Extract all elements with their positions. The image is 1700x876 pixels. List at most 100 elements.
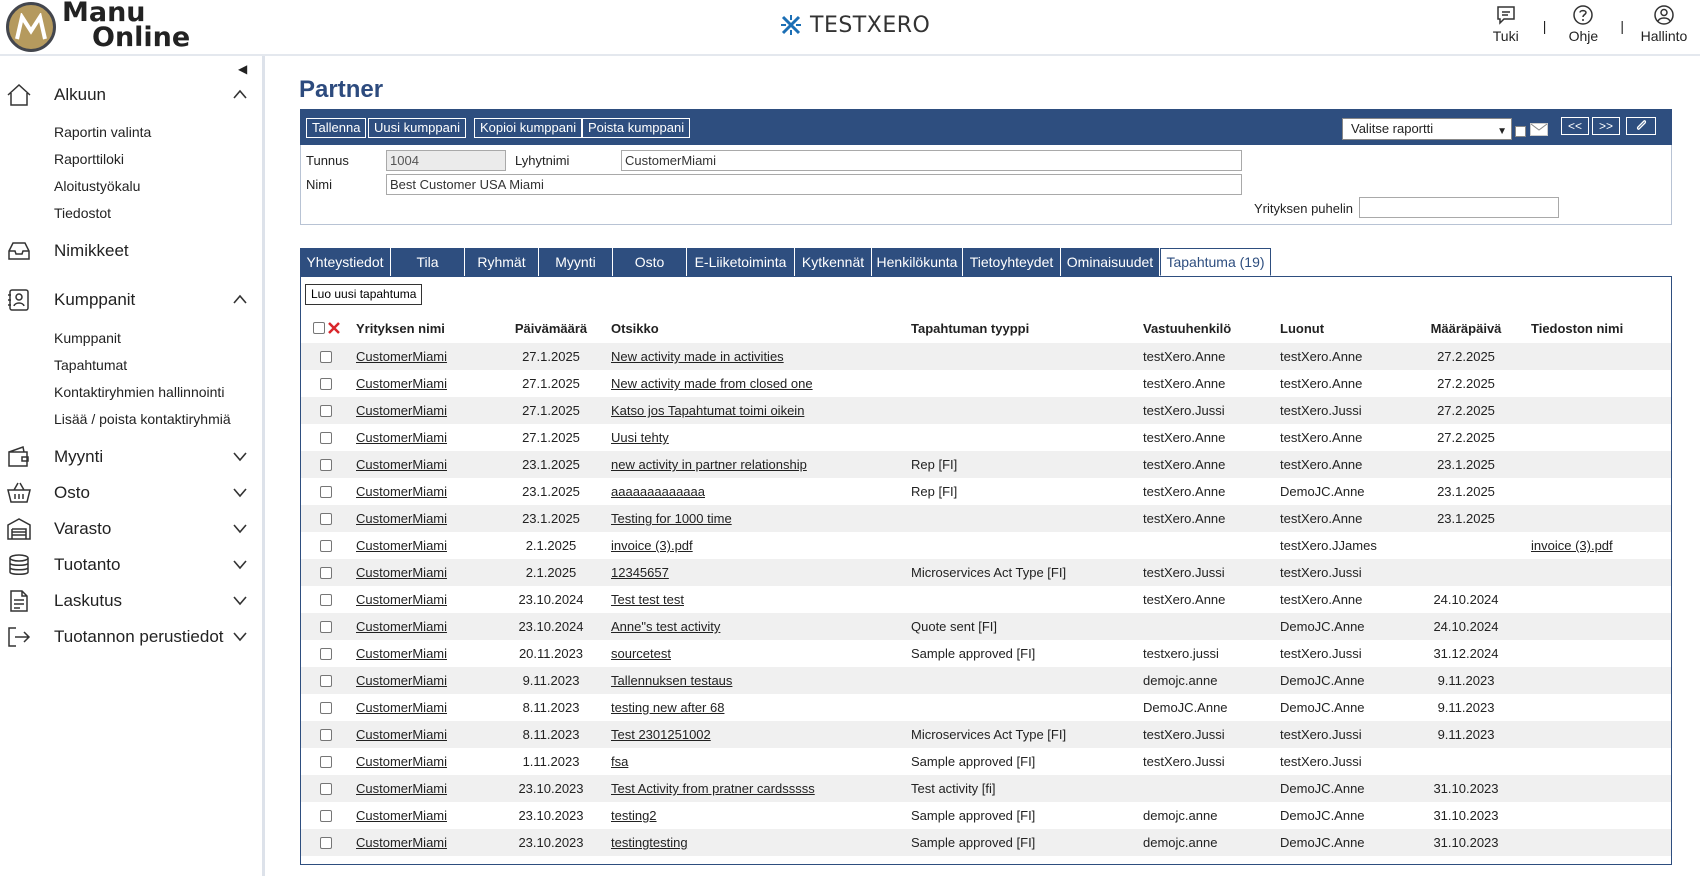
title-cell[interactable]: sourcetest [611, 640, 671, 667]
row-checkbox[interactable] [320, 567, 332, 579]
title-cell[interactable]: Uusi tehty [611, 424, 669, 451]
company-name-cell[interactable]: CustomerMiami [356, 532, 447, 559]
nav-section-kumppanit[interactable]: Kumppanit [0, 283, 262, 317]
report-select[interactable]: Valitse raportti ▼ [1342, 118, 1512, 140]
save-button[interactable]: Tallenna [306, 118, 367, 138]
row-checkbox[interactable] [320, 513, 332, 525]
title-cell[interactable]: Anne"s test activity [611, 613, 720, 640]
sidebar-item-files[interactable]: Tiedostot [54, 205, 111, 221]
nav-section-myynti[interactable]: Myynti [0, 440, 262, 474]
title-cell[interactable]: testing new after 68 [611, 694, 724, 721]
title-cell[interactable]: New activity made from closed one [611, 370, 813, 397]
copy-partner-button[interactable]: Kopioi kumppani [474, 118, 583, 138]
chevron-down-icon[interactable] [232, 594, 248, 606]
company-name-cell[interactable]: CustomerMiami [356, 802, 447, 829]
column-company-name[interactable]: Yrityksen nimi [356, 315, 445, 343]
chevron-down-icon[interactable] [232, 630, 248, 642]
nav-section-varasto[interactable]: Varasto [0, 512, 262, 546]
tab-e-business[interactable]: E-Liiketoiminta [687, 248, 794, 276]
help-button[interactable]: Ohje [1560, 4, 1606, 44]
attachment-button[interactable] [1626, 117, 1656, 135]
row-checkbox[interactable] [320, 351, 332, 363]
title-cell[interactable]: Katso jos Tapahtumat toimi oikein [611, 397, 804, 424]
title-cell[interactable]: Tallennuksen testaus [611, 667, 732, 694]
collapse-sidebar-icon[interactable]: ◀ [238, 62, 247, 76]
sidebar-item-contact-group-management[interactable]: Kontaktiryhmien hallinnointi [54, 384, 224, 400]
title-cell[interactable]: testing2 [611, 802, 657, 829]
next-record-button[interactable]: >> [1592, 117, 1620, 135]
column-title[interactable]: Otsikko [611, 315, 659, 343]
delete-partner-button[interactable]: Poista kumppani [582, 118, 691, 138]
row-checkbox[interactable] [320, 702, 332, 714]
title-cell[interactable]: invoice (3).pdf [611, 532, 693, 559]
manu-online-logo[interactable]: Manu Online [6, 0, 206, 52]
tab-data-connections[interactable]: Tietoyhteydet [963, 248, 1060, 276]
company-name-cell[interactable]: CustomerMiami [356, 613, 447, 640]
company-name-cell[interactable]: CustomerMiami [356, 748, 447, 775]
company-name-cell[interactable]: CustomerMiami [356, 424, 447, 451]
sidebar-item-startup-tool[interactable]: Aloitustyökalu [54, 178, 140, 194]
new-activity-button[interactable]: Luo uusi tapahtuma [305, 284, 423, 305]
company-name-cell[interactable]: CustomerMiami [356, 559, 447, 586]
row-checkbox[interactable] [320, 810, 332, 822]
company-name-cell[interactable]: CustomerMiami [356, 721, 447, 748]
file-name-cell[interactable]: invoice (3).pdf [1531, 532, 1613, 559]
column-created-by[interactable]: Luonut [1280, 315, 1324, 343]
nav-section-tuotanto[interactable]: Tuotanto [0, 548, 262, 582]
company-name-cell[interactable]: CustomerMiami [356, 478, 447, 505]
company-name-cell[interactable]: CustomerMiami [356, 640, 447, 667]
row-checkbox[interactable] [320, 594, 332, 606]
title-cell[interactable]: Testing for 1000 time [611, 505, 732, 532]
nav-section-nimikkeet[interactable]: Nimikkeet [0, 234, 262, 268]
chevron-down-icon[interactable] [232, 558, 248, 570]
tab-sales[interactable]: Myynti [539, 248, 612, 276]
company-name-cell[interactable]: CustomerMiami [356, 451, 447, 478]
sidebar-item-add-remove-contact-groups[interactable]: Lisää / poista kontaktiryhmiä [54, 411, 231, 427]
sidebar-item-activities[interactable]: Tapahtumat [54, 357, 127, 373]
company-phone-field[interactable] [1359, 197, 1559, 218]
row-checkbox[interactable] [320, 648, 332, 660]
row-checkbox[interactable] [320, 675, 332, 687]
row-checkbox[interactable] [320, 486, 332, 498]
name-field[interactable]: Best Customer USA Miami [386, 174, 1242, 195]
chevron-down-icon[interactable] [232, 522, 248, 534]
chevron-up-icon[interactable] [232, 293, 248, 305]
sidebar-item-report-log[interactable]: Raporttiloki [54, 151, 124, 167]
company-name-cell[interactable]: CustomerMiami [356, 775, 447, 802]
company-name-cell[interactable]: CustomerMiami [356, 505, 447, 532]
company-name-cell[interactable]: CustomerMiami [356, 343, 447, 370]
select-all-checkbox[interactable] [313, 322, 325, 334]
row-checkbox[interactable] [320, 540, 332, 552]
column-responsible[interactable]: Vastuuhenkilö [1143, 315, 1231, 343]
nav-section-laskutus[interactable]: Laskutus [0, 584, 262, 618]
row-checkbox[interactable] [320, 756, 332, 768]
tab-status[interactable]: Tila [391, 248, 464, 276]
title-cell[interactable]: testingtesting [611, 829, 688, 856]
title-cell[interactable]: Test 2301251002 [611, 721, 711, 748]
new-partner-button[interactable]: Uusi kumppani [368, 118, 466, 138]
title-cell[interactable]: New activity made in activities [611, 343, 784, 370]
title-cell[interactable]: 12345657 [611, 559, 669, 586]
row-checkbox[interactable] [320, 405, 332, 417]
column-file-name[interactable]: Tiedoston nimi [1531, 315, 1623, 343]
tab-purchase[interactable]: Osto [613, 248, 686, 276]
delete-selected-icon[interactable] [327, 321, 341, 335]
company-name-cell[interactable]: CustomerMiami [356, 370, 447, 397]
title-cell[interactable]: aaaaaaaaaaaaa [611, 478, 705, 505]
mail-icon[interactable] [1530, 123, 1548, 136]
company-name-cell[interactable]: CustomerMiami [356, 586, 447, 613]
tab-properties[interactable]: Ominaisuudet [1061, 248, 1159, 276]
sidebar-item-report-selection[interactable]: Raportin valinta [54, 124, 151, 140]
row-checkbox[interactable] [320, 459, 332, 471]
row-checkbox[interactable] [320, 783, 332, 795]
row-checkbox[interactable] [320, 621, 332, 633]
nav-section-tuotannon-perustiedot[interactable]: Tuotannon perustiedot [0, 620, 262, 654]
support-button[interactable]: Tuki [1483, 4, 1529, 44]
row-checkbox[interactable] [320, 378, 332, 390]
previous-record-button[interactable]: << [1561, 117, 1589, 135]
column-activity-type[interactable]: Tapahtuman tyyppi [911, 315, 1029, 343]
tab-staff[interactable]: Henkilökunta [872, 248, 962, 276]
company-name-cell[interactable]: CustomerMiami [356, 694, 447, 721]
chevron-down-icon[interactable] [232, 486, 248, 498]
admin-button[interactable]: Hallinto [1638, 4, 1690, 44]
